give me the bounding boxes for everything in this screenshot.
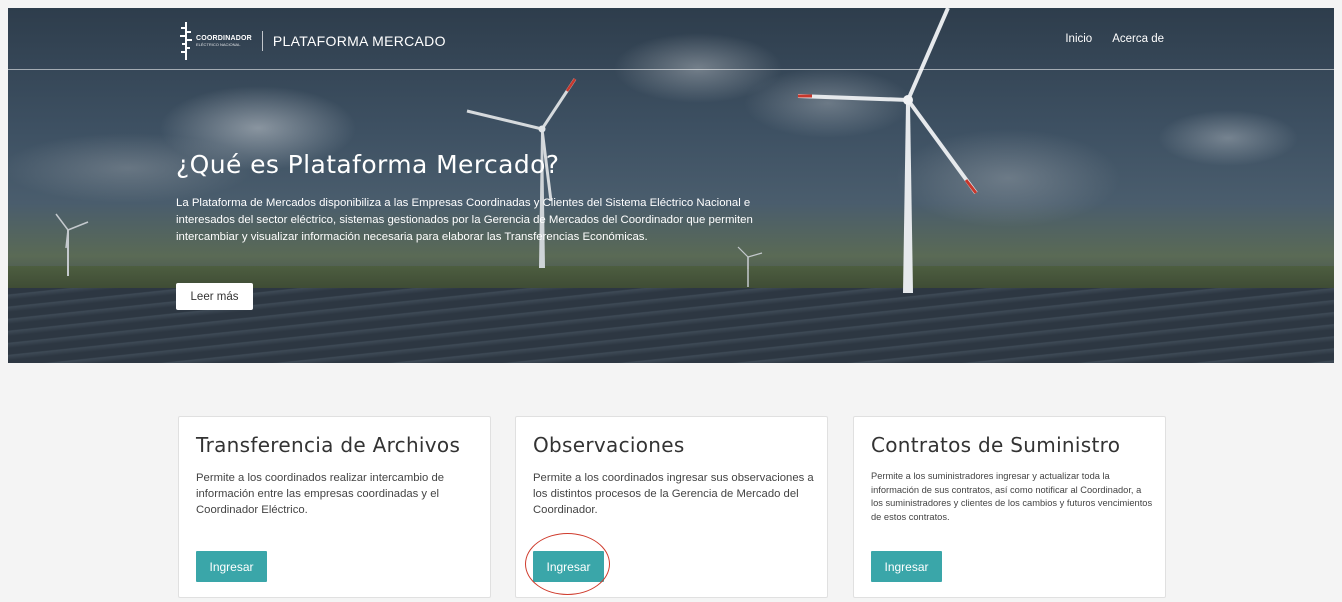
wind-turbine-distant (737, 246, 763, 287)
ingresar-observaciones-button[interactable]: Ingresar (533, 551, 604, 582)
card-title: Transferencia de Archivos (196, 433, 461, 457)
brand-title: PLATAFORMA MERCADO (272, 33, 446, 49)
coordinador-logo-icon (180, 22, 192, 60)
hero-description: La Plataforma de Mercados disponibiliza … (176, 197, 753, 243)
wind-turbine-small (55, 213, 89, 276)
logo-wordmark: COORDINADOR ELÉCTRICO NACIONAL (196, 35, 252, 47)
ingresar-contratos-button[interactable]: Ingresar (871, 551, 942, 582)
logo-line2: ELÉCTRICO NACIONAL (196, 42, 241, 47)
hero-content: ¿Qué es Plataforma Mercado? La Plataform… (176, 150, 766, 310)
logo-separator (261, 31, 263, 51)
nav-acerca-de[interactable]: Acerca de (1112, 33, 1164, 45)
card-observaciones: Observaciones Permite a los coordinados … (515, 416, 828, 598)
card-description: Permite a los coordinados ingresar sus o… (533, 472, 814, 516)
site-header: COORDINADOR ELÉCTRICO NACIONAL PLATAFORM… (8, 8, 1334, 70)
site-logo[interactable]: COORDINADOR ELÉCTRICO NACIONAL PLATAFORM… (178, 22, 446, 60)
hero-title: ¿Qué es Plataforma Mercado? (176, 150, 560, 179)
card-description: Permite a los coordinados realizar inter… (196, 472, 445, 516)
main-nav: Inicio Acerca de (1065, 33, 1164, 45)
card-title: Contratos de Suministro (871, 433, 1121, 457)
card-description: Permite a los suministradores ingresar y… (871, 471, 1153, 522)
logo-line1: COORDINADOR (196, 35, 252, 42)
card-contratos-suministro: Contratos de Suministro Permite a los su… (853, 416, 1166, 598)
card-transferencia-archivos: Transferencia de Archivos Permite a los … (178, 416, 491, 598)
leer-mas-button[interactable]: Leer más (176, 283, 253, 310)
ingresar-transferencia-button[interactable]: Ingresar (196, 551, 267, 582)
card-title: Observaciones (533, 433, 685, 457)
nav-inicio[interactable]: Inicio (1065, 33, 1092, 45)
